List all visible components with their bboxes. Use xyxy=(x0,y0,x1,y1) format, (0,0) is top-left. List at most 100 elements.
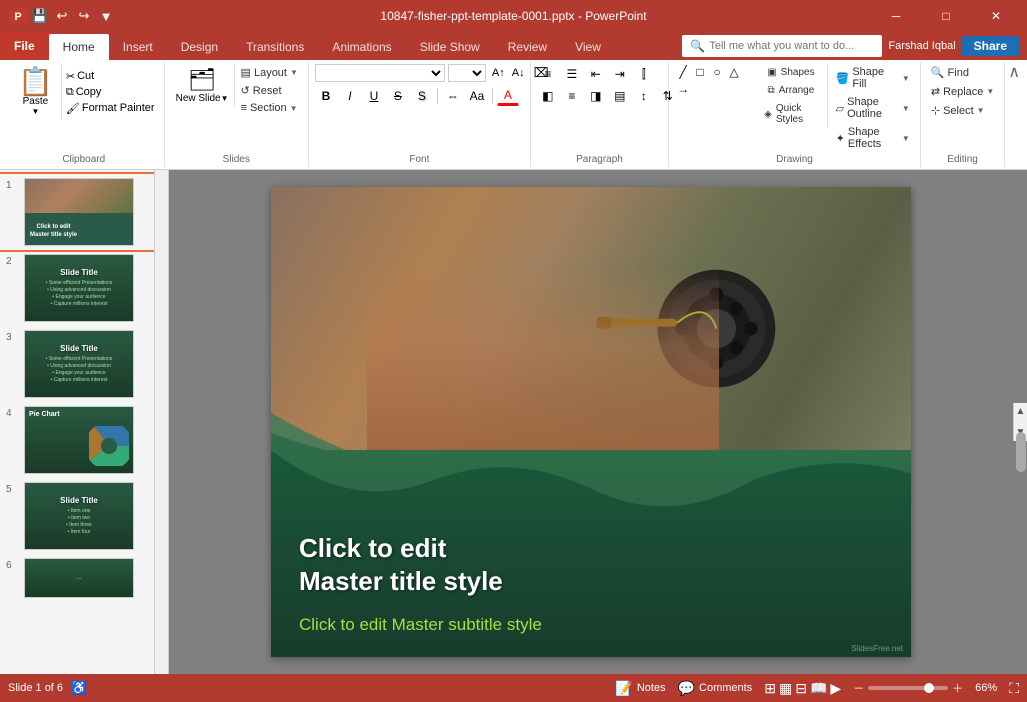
slide-thumb-6[interactable]: 6 ... xyxy=(0,554,154,602)
slide-title-area[interactable]: Click to editMaster title style xyxy=(299,532,503,597)
paste-dropdown[interactable]: ▼ xyxy=(31,107,39,116)
share-button[interactable]: Share xyxy=(962,36,1019,56)
slide-thumb-3[interactable]: 3 Slide Title • Some efficient Presentat… xyxy=(0,326,154,402)
comments-icon: 💬 xyxy=(678,680,695,697)
new-slide-button[interactable]: 🗂 New Slide▼ xyxy=(171,64,235,107)
paste-button[interactable]: 📋 Paste ▼ xyxy=(10,64,62,120)
ribbon-collapse-btn[interactable]: ∧ xyxy=(1005,62,1023,82)
section-arrow: ▼ xyxy=(290,104,298,113)
slide-thumb-2[interactable]: 2 Slide Title • Some efficient Presentat… xyxy=(0,250,154,326)
line-spacing-btn[interactable]: ↕ xyxy=(633,86,655,106)
normal-view-btn[interactable]: ⊞ xyxy=(764,680,776,697)
shape-effects-arrow: ▼ xyxy=(902,134,910,143)
ribbon: File Home Insert Design Transitions Anim… xyxy=(0,32,1027,170)
shape-outline-btn[interactable]: ▱ Shape Outline ▼ xyxy=(832,94,914,122)
underline-btn[interactable]: U xyxy=(363,86,385,106)
increase-font-btn[interactable]: A↑ xyxy=(489,66,508,80)
tab-file[interactable]: File xyxy=(0,32,49,60)
italic-btn[interactable]: I xyxy=(339,86,361,106)
slide-sorter-btn[interactable]: ⊟ xyxy=(795,680,807,697)
decrease-font-btn[interactable]: A↓ xyxy=(509,66,528,80)
comments-btn[interactable]: 💬 Comments xyxy=(678,680,753,697)
layout-arrow: ▼ xyxy=(290,68,298,77)
align-center-btn[interactable]: ≡ xyxy=(561,86,583,106)
find-btn[interactable]: 🔍 Find xyxy=(927,64,973,81)
zoom-out-icon[interactable]: － xyxy=(853,680,864,696)
replace-btn[interactable]: ⇄ Replace ▼ xyxy=(927,83,999,100)
select-btn[interactable]: ⊹ Select ▼ xyxy=(927,102,989,119)
new-slide-arrow[interactable]: ▼ xyxy=(221,94,229,103)
scroll-thumb[interactable] xyxy=(1016,432,1026,472)
bullets-btn[interactable]: ≡ xyxy=(537,64,559,84)
accessibility-icon[interactable]: ♿ xyxy=(71,680,87,696)
zoom-slider[interactable]: － ＋ xyxy=(853,680,963,696)
tab-insert[interactable]: Insert xyxy=(109,34,167,60)
close-btn[interactable]: ✕ xyxy=(973,0,1019,32)
section-button[interactable]: ≡ Section ▼ xyxy=(237,100,302,116)
save-quick-btn[interactable]: 💾 xyxy=(30,6,50,26)
font-family-select[interactable] xyxy=(315,64,445,82)
decrease-indent-btn[interactable]: ⇤ xyxy=(585,64,607,84)
slideshow-btn[interactable]: ▶ xyxy=(830,680,841,697)
shape-rect[interactable]: □ xyxy=(692,64,708,80)
customize-quick-btn[interactable]: ▼ xyxy=(96,6,116,26)
search-bar[interactable]: 🔍 xyxy=(682,35,882,57)
slide-thumb-1[interactable]: 1 Click to edit Master title style xyxy=(0,174,154,250)
editing-label: Editing xyxy=(927,152,999,165)
align-right-btn[interactable]: ◨ xyxy=(585,86,607,106)
tab-transitions[interactable]: Transitions xyxy=(232,34,318,60)
slide-thumb-5[interactable]: 5 Slide Title • Item one• Item two• Item… xyxy=(0,478,154,554)
cut-button[interactable]: ✂ Cut xyxy=(63,69,158,84)
scroll-up-btn[interactable]: ▲ xyxy=(1013,403,1027,420)
outline-view-btn[interactable]: ▦ xyxy=(779,680,792,697)
numbering-btn[interactable]: ☰ xyxy=(561,64,583,84)
slide-img-3: Slide Title • Some efficient Presentatio… xyxy=(24,330,134,398)
tab-view[interactable]: View xyxy=(561,34,615,60)
minimize-btn[interactable]: ─ xyxy=(873,0,919,32)
redo-quick-btn[interactable]: ↪ xyxy=(74,6,94,26)
cols-btn[interactable]: ⫿ xyxy=(633,64,655,84)
tab-design[interactable]: Design xyxy=(167,34,232,60)
tab-home[interactable]: Home xyxy=(49,34,109,60)
shadow-btn[interactable]: S xyxy=(411,86,433,106)
zoom-level[interactable]: 66% xyxy=(975,682,997,694)
notes-btn[interactable]: 📝 Notes xyxy=(615,680,665,697)
shape-triangle[interactable]: △ xyxy=(726,64,742,80)
tab-review[interactable]: Review xyxy=(494,34,561,60)
copy-button[interactable]: ⧉ Copy xyxy=(63,85,158,100)
quick-styles-btn[interactable]: ◈ Quick Styles xyxy=(759,100,822,128)
arrange-btn[interactable]: ⧉ Arrange xyxy=(759,82,822,99)
zoom-thumb[interactable] xyxy=(924,683,934,693)
case-btn[interactable]: Aa xyxy=(466,86,488,106)
font-size-select[interactable] xyxy=(448,64,486,82)
justify-btn[interactable]: ▤ xyxy=(609,86,631,106)
shape-oval[interactable]: ○ xyxy=(709,64,725,80)
strikethrough-btn[interactable]: S xyxy=(387,86,409,106)
undo-quick-btn[interactable]: ↩ xyxy=(52,6,72,26)
reset-button[interactable]: ↺ Reset xyxy=(237,82,302,99)
zoom-track[interactable] xyxy=(868,686,948,690)
maximize-btn[interactable]: □ xyxy=(923,0,969,32)
shape-effects-btn[interactable]: ✦ Shape Effects ▼ xyxy=(832,124,914,152)
tab-slideshow[interactable]: Slide Show xyxy=(406,34,494,60)
zoom-in-icon[interactable]: ＋ xyxy=(952,680,963,696)
shape-line[interactable]: ╱ xyxy=(675,64,691,80)
tab-animations[interactable]: Animations xyxy=(318,34,405,60)
canvas-area: Click to editMaster title style Click to… xyxy=(155,170,1027,674)
font-color-btn[interactable]: A xyxy=(497,86,519,106)
shapes-btn[interactable]: ▣ Shapes xyxy=(759,64,822,81)
reading-view-btn[interactable]: 📖 xyxy=(810,680,827,697)
align-left-btn[interactable]: ◧ xyxy=(537,86,559,106)
format-painter-button[interactable]: 🖌 Format Painter xyxy=(63,101,158,116)
shape-arrow[interactable]: → xyxy=(675,81,691,97)
layout-button[interactable]: ▤ Layout ▼ xyxy=(237,64,302,81)
slide-subtitle-area[interactable]: Click to edit Master subtitle style xyxy=(299,615,542,635)
fit-page-icon[interactable]: ⛶ xyxy=(1009,680,1019,697)
search-input[interactable] xyxy=(709,40,859,52)
increase-indent-btn[interactable]: ⇥ xyxy=(609,64,631,84)
slide-thumb-4[interactable]: 4 Pie Chart xyxy=(0,402,154,478)
main-slide[interactable]: Click to editMaster title style Click to… xyxy=(271,187,911,657)
bold-btn[interactable]: B xyxy=(315,86,337,106)
text-spacing-btn[interactable]: ⇔ xyxy=(442,86,464,106)
shape-fill-btn[interactable]: 🪣 Shape Fill ▼ xyxy=(832,64,914,92)
